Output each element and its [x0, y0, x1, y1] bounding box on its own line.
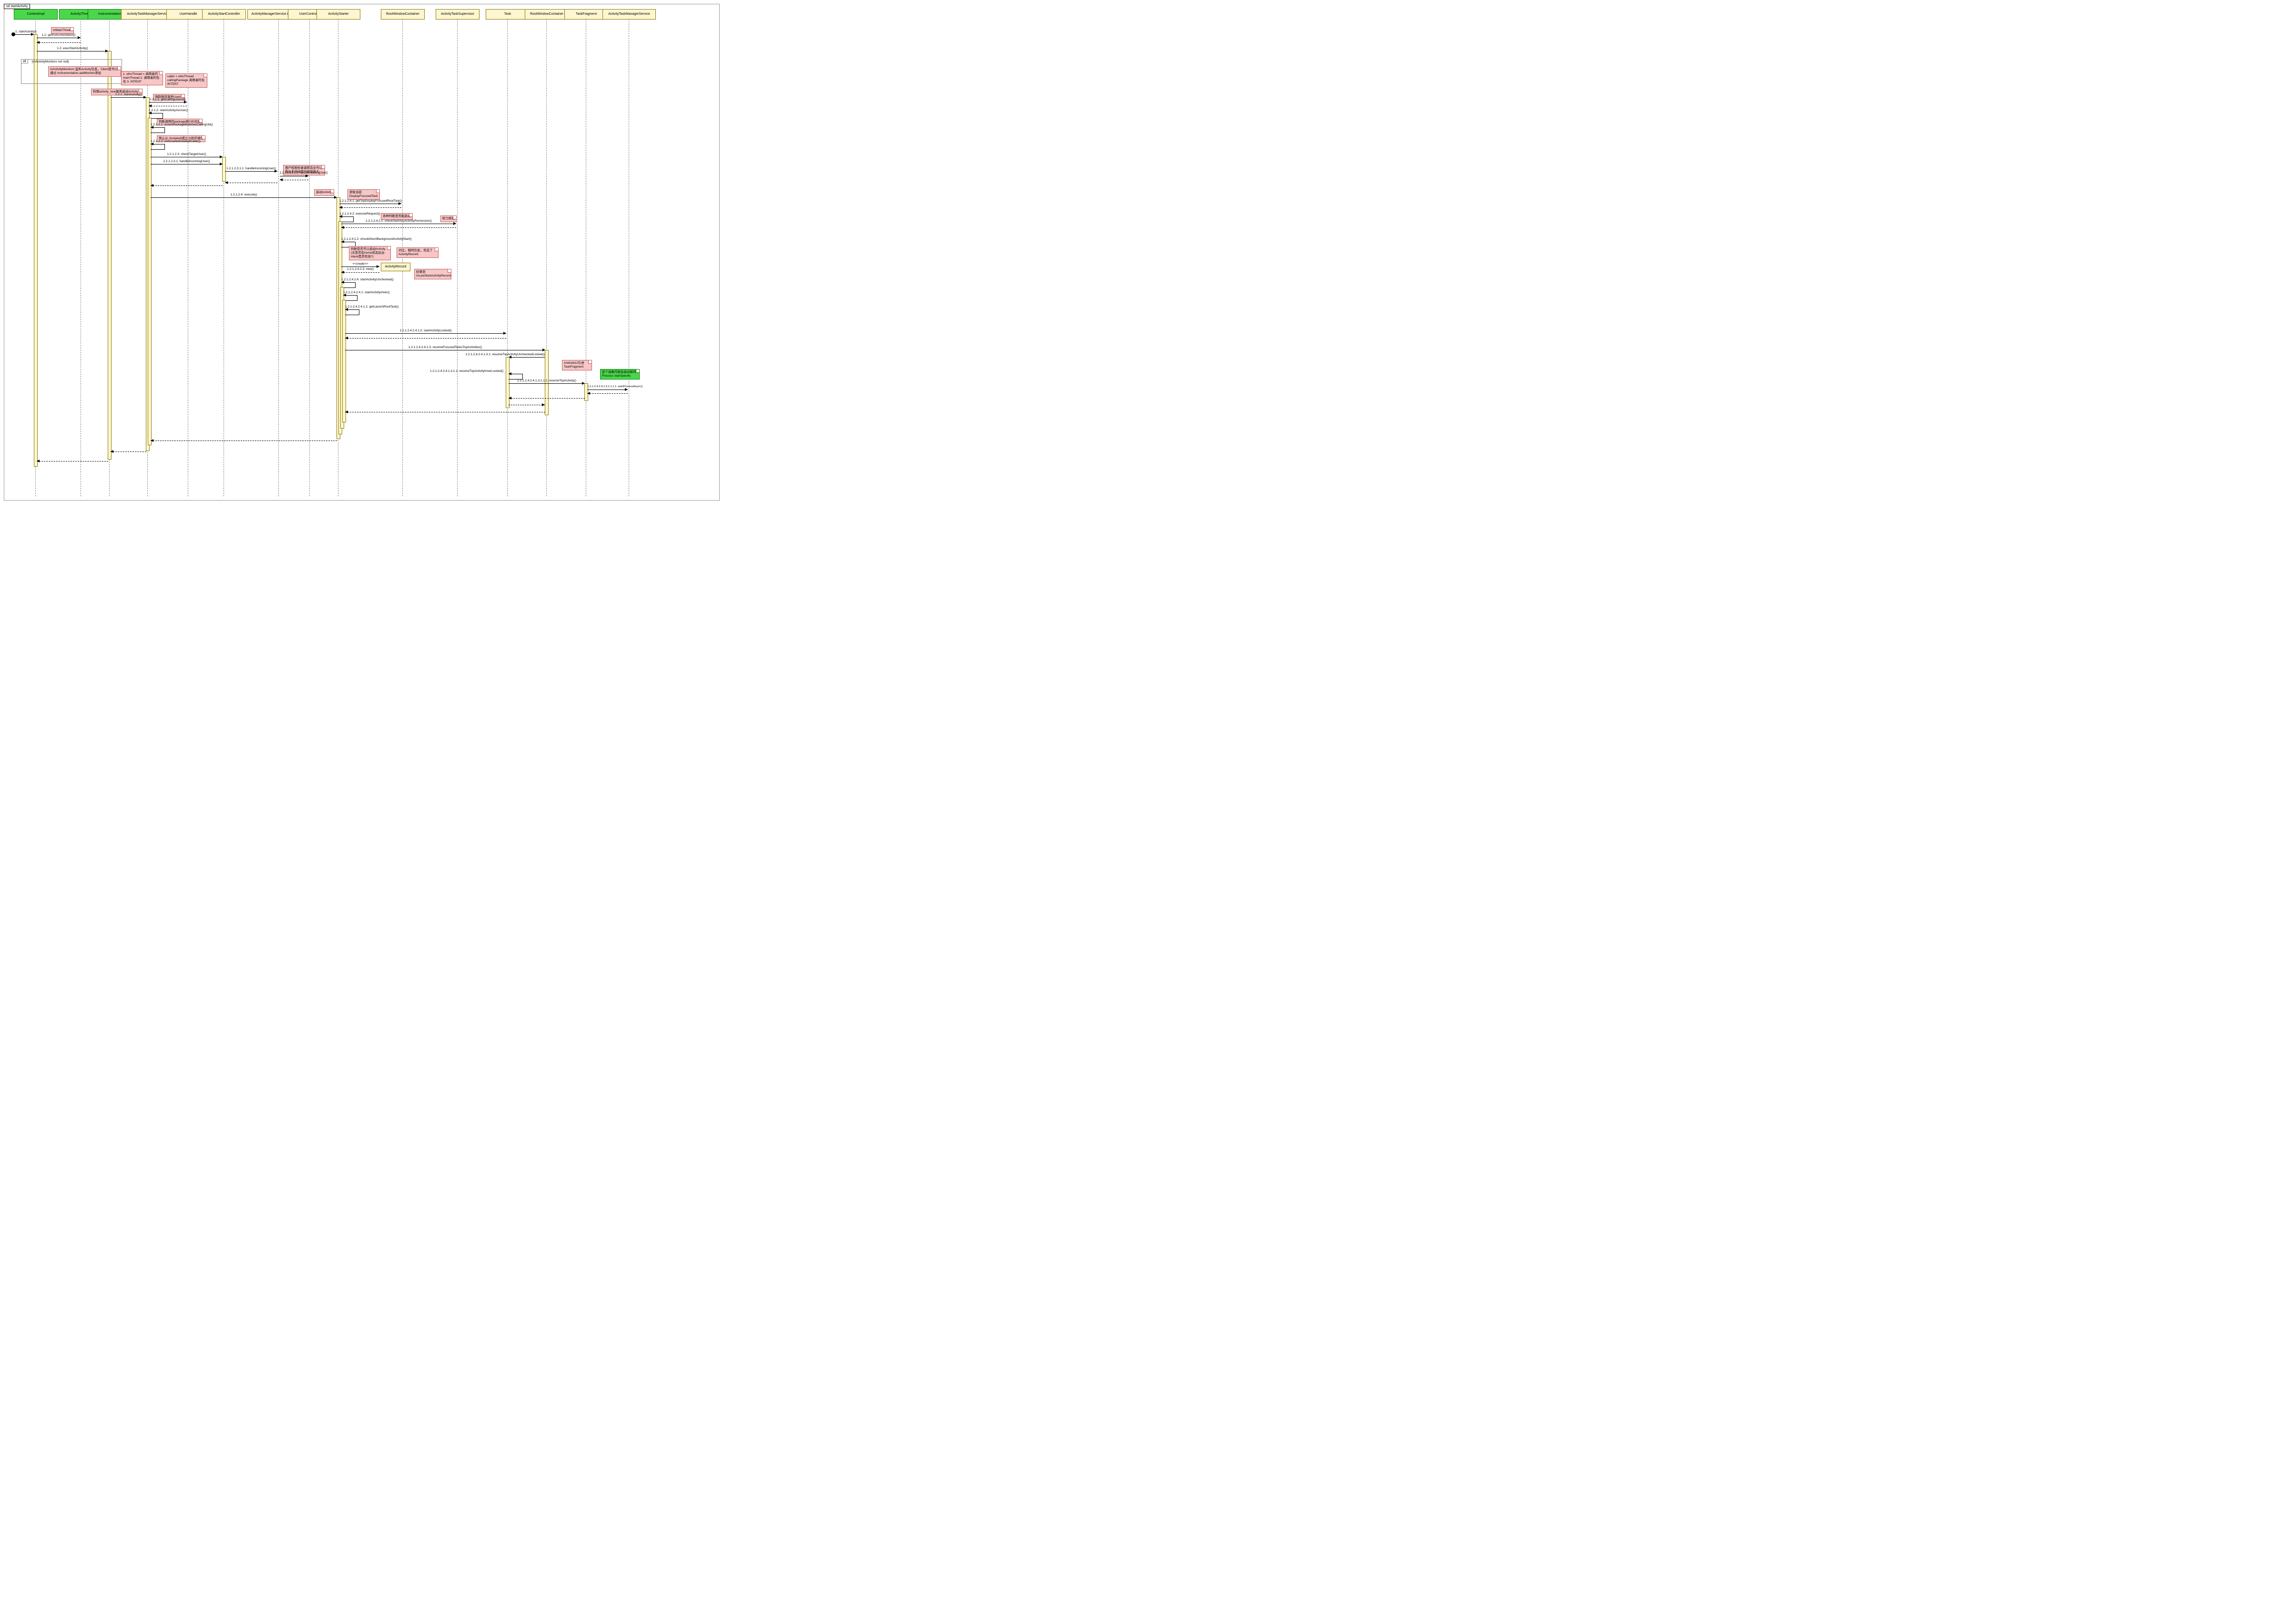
activation: [342, 300, 346, 422]
participant-activitystartcontroller: ActivityStartController: [202, 9, 246, 20]
note-bgcheck: 判断是否可以启动Activity (文是否在home状态后台- intent是否…: [349, 246, 391, 260]
activation: [108, 51, 112, 460]
participant-activitytasksupervisor: ActivityTaskSupervisor: [436, 9, 480, 20]
participant-rootwindowcontainer: RootWindowContainer: [381, 9, 425, 20]
note-params2: caller = whoThread callingPackage 调用者的包 …: [165, 73, 207, 88]
lifeline: [546, 19, 547, 496]
note-focused: 获取当前 DisplayFocusedTask: [347, 189, 380, 200]
participant-taskfragment: TaskFragment: [564, 9, 608, 20]
start-node: [11, 32, 15, 36]
participant-activitystarter: ActivityStarter: [316, 9, 360, 20]
note-laststart: 纪录到 mLastStartActivityRecord: [414, 269, 451, 279]
participant-atms2: ActivityTaskManagerService: [602, 9, 656, 20]
alt-guard: [mActivityMonitors not null]: [32, 60, 69, 63]
participant-rootwindowcontainer2: RootWindowContainer: [525, 9, 569, 20]
alt-label: alt: [21, 59, 28, 63]
activation: [506, 357, 510, 408]
lifeline: [457, 19, 458, 496]
diagram-title: sd startActivity: [4, 4, 30, 9]
note-monitors: mActivityMonitors 监听Activity信息，Client是可以…: [48, 66, 121, 77]
lifeline-activityrecord: ActivityRecord: [381, 263, 410, 271]
activation: [34, 34, 38, 467]
note-params1: 1. whoThread = 调用者的 mainThread 2. 调用者的包名…: [121, 71, 163, 85]
note-taskfragment: Android12引进 TaskFragment: [562, 360, 592, 370]
lifeline: [309, 19, 310, 496]
activation: [148, 118, 152, 445]
lifeline: [278, 19, 279, 496]
note-record: 对比，相同信息，完造了 ActivityRecord: [397, 247, 439, 258]
sequence-diagram: sd startActivity ContextImpl ActivityThr…: [4, 4, 720, 501]
note-mmainthread: mMainThread: [51, 27, 74, 34]
participant-task: Task: [486, 9, 530, 20]
lifeline: [507, 19, 508, 496]
note-process: 这个函数内部会启动新的Process startSpecific: [600, 369, 640, 379]
activation: [545, 350, 549, 415]
note-criteria: 各种判断是否能启动: [381, 213, 413, 220]
participant-contextimpl: ContextImpl: [14, 9, 58, 20]
